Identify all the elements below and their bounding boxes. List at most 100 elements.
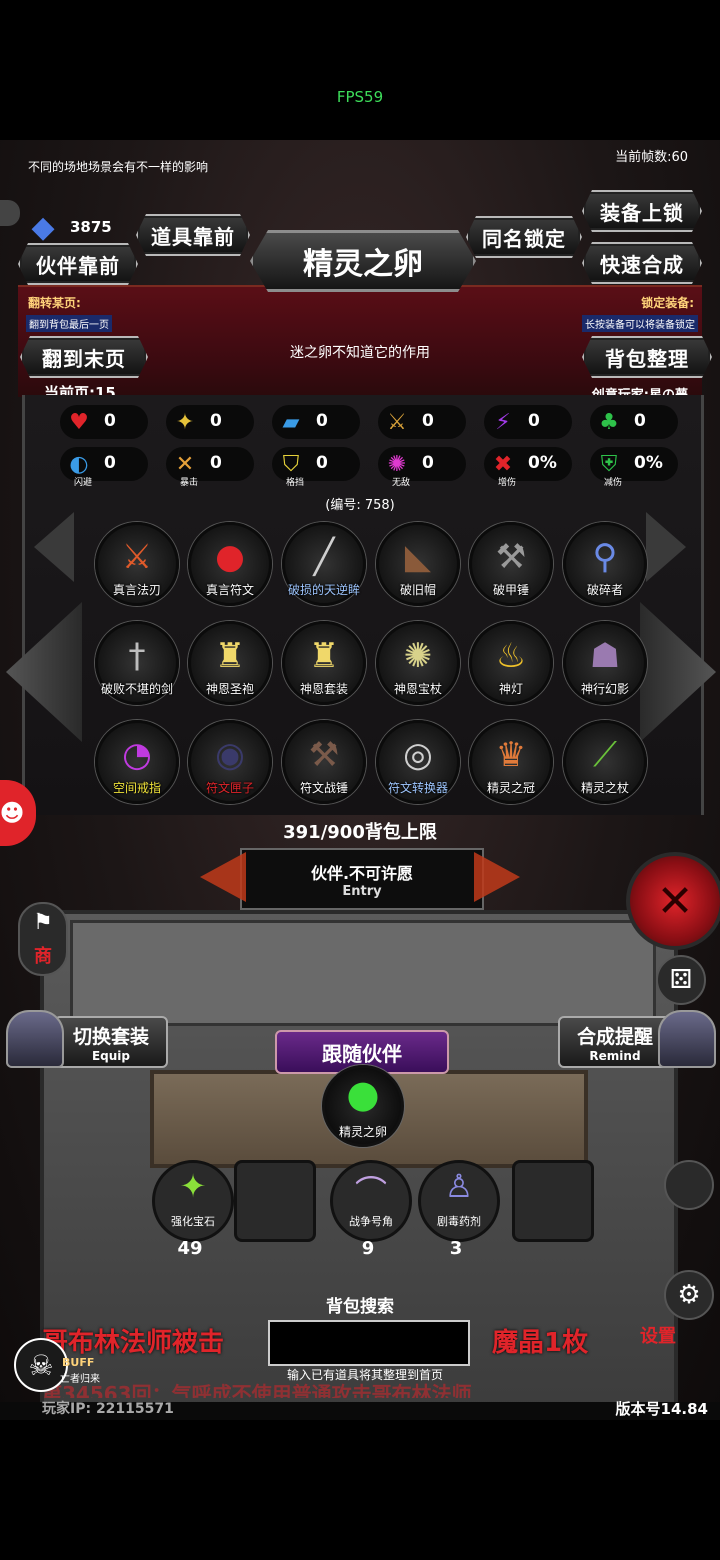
- bag-capacity: 391/900背包上限: [283, 822, 437, 843]
- item-slot[interactable]: ⟋ 精灵之杖: [563, 720, 647, 804]
- damage-down-icon: ⛨: [600, 451, 618, 477]
- strength-icon: ✦: [175, 409, 195, 435]
- item-slot[interactable]: ◔ 空间戒指: [95, 720, 179, 804]
- goto-last-page-button[interactable]: 翻到末页: [20, 336, 148, 378]
- stat-value: 0: [210, 453, 222, 473]
- equip-lock-button[interactable]: 装备上锁: [582, 190, 702, 232]
- item-slot[interactable]: ◣ 破旧帽: [376, 522, 460, 606]
- item-slot[interactable]: ◉ 符文匣子: [188, 720, 272, 804]
- gear-icon[interactable]: ⚙: [664, 1270, 714, 1320]
- item-slot[interactable]: ♜ 神恩圣袍: [188, 621, 272, 705]
- item-icon: ╱: [313, 537, 335, 577]
- item-name: 破损的天逆眸: [287, 583, 360, 597]
- item-name: 破甲锤: [492, 583, 529, 597]
- stat-label: 减伤: [604, 478, 623, 488]
- item-name: 破旧帽: [399, 583, 436, 597]
- bag-slot[interactable]: ⌒ 战争号角: [330, 1160, 412, 1242]
- item-name: 神恩套装: [299, 682, 348, 696]
- switch-set-button[interactable]: 切换套装 Equip: [54, 1016, 168, 1068]
- partner-slot[interactable]: ● 精灵之卵: [322, 1065, 404, 1147]
- item-name: 破败不堪的剑: [100, 682, 173, 696]
- item-icon: ✺: [403, 636, 433, 676]
- item-slot[interactable]: ♛ 精灵之冠: [469, 720, 553, 804]
- item-name: 真言符文: [205, 583, 254, 597]
- fps-counter: FPS59: [336, 88, 384, 106]
- stat-value: 0: [422, 411, 434, 431]
- bag-item-icon: ⌒: [354, 1173, 387, 1211]
- side-menu-icon[interactable]: [664, 1160, 714, 1210]
- block-icon: ⛉: [282, 451, 300, 477]
- item-name: 神灯: [498, 682, 523, 696]
- shop-button[interactable]: ⚑ 商: [18, 902, 68, 976]
- item-slot[interactable]: † 破败不堪的剑: [95, 621, 179, 705]
- item-slot[interactable]: ✺ 神恩宝杖: [376, 621, 460, 705]
- buff-label: BUFF: [62, 1356, 95, 1369]
- same-name-lock-button[interactable]: 同名锁定: [466, 216, 582, 258]
- dodge-icon: ◐: [69, 451, 89, 477]
- stat-label: 格挡: [286, 478, 305, 488]
- item-slot[interactable]: ♨ 神灯: [469, 621, 553, 705]
- sort-bag-button[interactable]: 背包整理: [582, 336, 712, 378]
- stat-value: 0: [634, 411, 646, 431]
- bag-item-count: 9: [361, 1238, 375, 1259]
- merge-remind-button[interactable]: 合成提醒 Remind: [558, 1016, 672, 1068]
- item-slot[interactable]: ⚔ 真言法刃: [95, 522, 179, 606]
- item-slot[interactable]: ☗ 神行幻影: [563, 621, 647, 705]
- item-slot[interactable]: ⚒ 符文战锤: [282, 720, 366, 804]
- item-slot[interactable]: ╱ 破损的天逆眸: [282, 522, 366, 606]
- item-icon: ⟋: [593, 735, 617, 775]
- invincible-icon: ✺: [387, 451, 407, 477]
- bag-item-icon: ♙: [444, 1167, 474, 1205]
- partner-first-button[interactable]: 伙伴靠前: [18, 243, 138, 285]
- item-icon: †: [128, 636, 146, 676]
- stat-heart: ♥ 0: [60, 405, 148, 439]
- profile-tab[interactable]: [0, 200, 20, 226]
- item-icon: ●: [215, 537, 245, 577]
- partner-slot-area: [70, 920, 656, 1026]
- item-icon: ◣: [404, 537, 432, 577]
- bag-slot[interactable]: [234, 1160, 316, 1242]
- partner-entry-plate: 伙伴.不可许愿 Entry: [240, 848, 484, 910]
- item-slot[interactable]: ♜ 神恩套装: [282, 621, 366, 705]
- item-name: 符文战锤: [299, 781, 348, 795]
- item-slot[interactable]: ◎ 符文转换器: [376, 720, 460, 804]
- item-icon: ◉: [215, 735, 245, 775]
- crit-icon: ✕: [175, 451, 195, 477]
- settings-label[interactable]: 设置: [640, 1322, 676, 1348]
- close-button[interactable]: ✕: [626, 852, 720, 950]
- item-icon: ♜: [308, 636, 340, 676]
- item-slot[interactable]: ⚒ 破甲锤: [469, 522, 553, 606]
- bag-slot[interactable]: ✦ 强化宝石: [152, 1160, 234, 1242]
- stat-label: 增伤: [498, 478, 517, 488]
- item-icon: ⚲: [592, 537, 618, 577]
- lightning-icon: ⚡: [495, 409, 511, 435]
- partner-entry-name: 伙伴.不可许愿: [310, 863, 414, 883]
- item-name: 精灵之杖: [580, 781, 629, 795]
- dice-icon[interactable]: ⚄: [656, 955, 706, 1005]
- stat-damage-down: ⛨ 0% 减伤: [590, 447, 678, 488]
- stat-value: 0%: [634, 453, 663, 473]
- item-name: 符文转换器: [387, 781, 448, 795]
- merge-remind-sub: Remind: [589, 1048, 641, 1063]
- stat-value: 0%: [528, 453, 557, 473]
- stat-value: 0: [316, 411, 328, 431]
- clover-icon: ♣: [599, 409, 619, 435]
- item-slot[interactable]: ● 真言符文: [188, 522, 272, 606]
- item-slot[interactable]: ⚲ 破碎者: [563, 522, 647, 606]
- player-ip: 玩家IP: 22115571: [42, 1401, 174, 1417]
- sword-icon: ⚔: [387, 409, 407, 435]
- item-name: 神行幻影: [580, 682, 629, 696]
- item-icon: ♛: [495, 735, 527, 775]
- stat-label: 闪避: [74, 478, 93, 488]
- partner-egg-icon: ●: [346, 1072, 380, 1116]
- item-icon: ☗: [589, 636, 621, 676]
- search-input[interactable]: [268, 1320, 470, 1366]
- stat-label: 无敌: [392, 478, 411, 488]
- bag-item-count: 3: [449, 1238, 463, 1259]
- bag-slot[interactable]: ♙ 剧毒药剂: [418, 1160, 500, 1242]
- props-first-button[interactable]: 道具靠前: [136, 214, 250, 256]
- stat-damage-up: ✖ 0% 增伤: [484, 447, 572, 488]
- bag-slot[interactable]: [512, 1160, 594, 1242]
- quick-merge-button[interactable]: 快速合成: [582, 242, 702, 284]
- stat-crit: ✕ 0 暴击: [166, 447, 254, 488]
